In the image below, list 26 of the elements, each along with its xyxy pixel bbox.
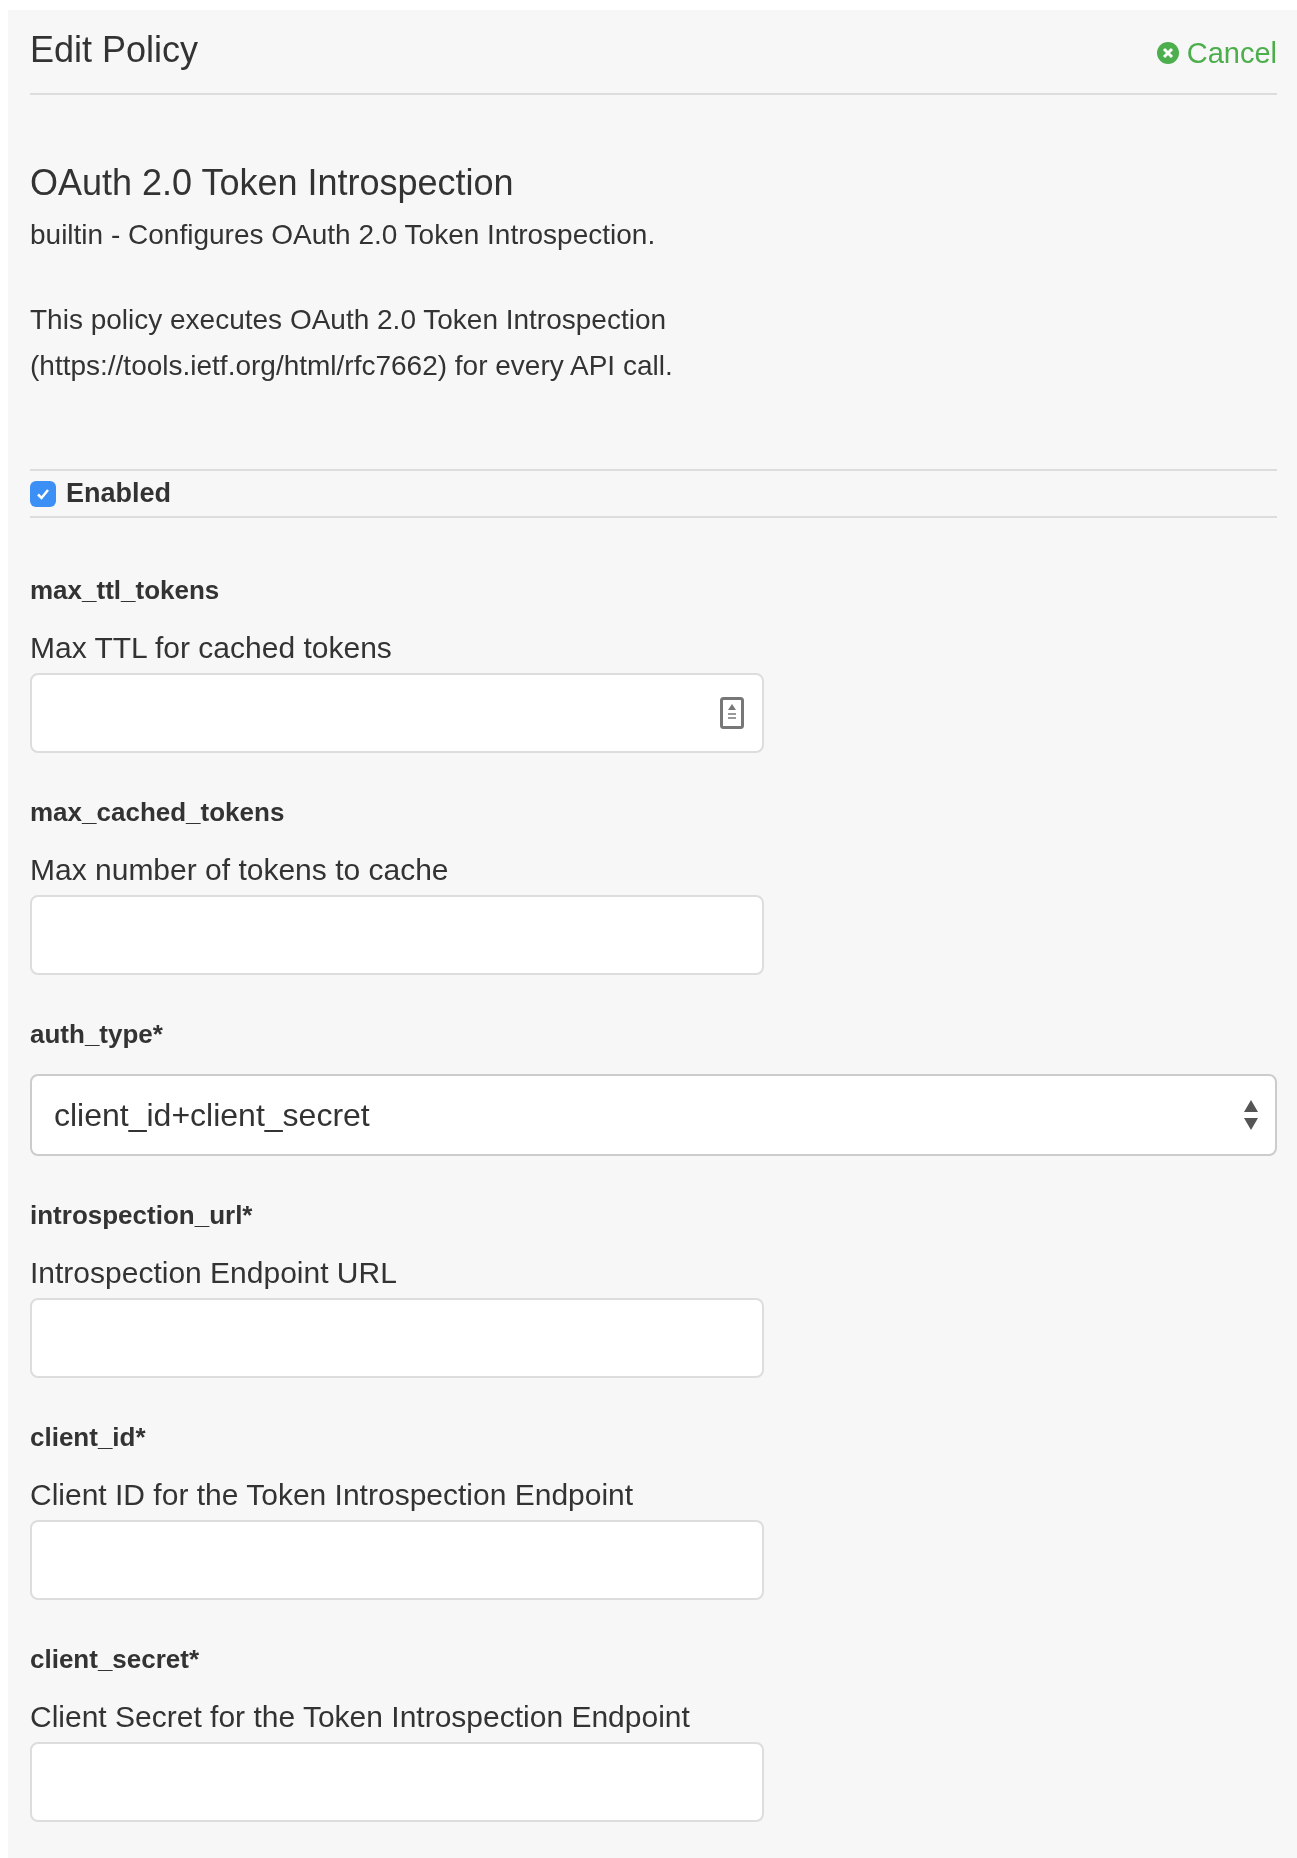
input-field[interactable] (30, 673, 764, 753)
input-field[interactable] (30, 895, 764, 975)
field-description: Max number of tokens to cache (30, 852, 450, 888)
panel-title: Edit Policy (30, 30, 199, 70)
field-description: Introspection Endpoint URL (30, 1255, 398, 1291)
field-label: introspection_url* (30, 1199, 254, 1232)
field-label: client_id* (30, 1421, 147, 1454)
select-field[interactable]: client_id+client_secret (30, 1074, 1277, 1156)
updown-arrows-icon (1243, 1099, 1259, 1131)
field-label: client_secret* (30, 1643, 201, 1676)
checkbox-label[interactable]: Enabled (66, 478, 172, 509)
policy-subtitle: builtin - Configures OAuth 2.0 Token Introspection. (30, 218, 657, 252)
field-label: max_ttl_tokens (30, 574, 221, 607)
close-icon (1156, 42, 1179, 64)
field-description: Client Secret for the Token Introspection Endpoint (30, 1699, 691, 1735)
spinner-icon[interactable] (720, 697, 744, 729)
input-field[interactable] (30, 1520, 764, 1600)
checkbox[interactable] (30, 480, 56, 507)
policy-description: This policy executes OAuth 2.0 Token Introspection (https://tools.ietf.org/html/rfc7662) for every API call. (30, 303, 674, 383)
field-description: Max TTL for cached tokens (30, 630, 393, 666)
input-field[interactable] (30, 1298, 764, 1378)
field-label: max_cached_tokens (30, 796, 286, 829)
field-label: auth_type* (30, 1018, 164, 1051)
policy-name: OAuth 2.0 Token Introspection (30, 163, 515, 203)
field-description: Client ID for the Token Introspection Endpoint (30, 1477, 635, 1513)
input-field[interactable] (30, 1742, 764, 1822)
